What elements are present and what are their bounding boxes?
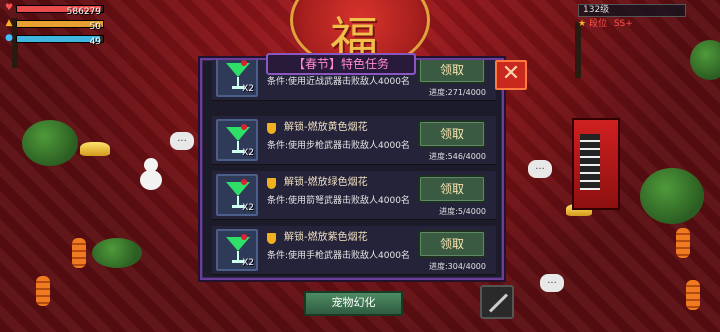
star-icon: ★ [578, 19, 587, 29]
task-reward-icon: X2 [216, 60, 258, 97]
task-reward-icon: X2 [216, 119, 258, 161]
mana-bar: 49 [16, 35, 104, 47]
reward-quantity: X2 [242, 258, 254, 268]
lantern [686, 280, 700, 310]
pet-transform-button[interactable]: 宠物幻化 [304, 291, 403, 316]
task-row: X2 解锁-燃放紫色烟花 条件:使用手枪武器击败敌人4000名 领取 进度:30… [212, 226, 496, 275]
reward-quantity: X2 [242, 148, 254, 158]
chat-bubble-icon: ... [540, 274, 564, 292]
hp-bar: 586279 [16, 5, 104, 17]
player-stats-hud: ♥ 586279 ▲ 50 ● 49 [4, 2, 104, 47]
hp-row: ♥ 586279 [4, 2, 104, 17]
mana-bar-fill [17, 36, 101, 42]
player-tag: 132级 ★ 段位 SS+ [578, 4, 686, 30]
task-reward-icon: X2 [216, 229, 258, 271]
special-tasks-dialog: X2 条件:使用近战武器击败敌人4000名 领取 进度:271/4000 X2 … [200, 58, 504, 280]
task-condition: 条件:使用近战武器击败敌人4000名 [267, 77, 410, 87]
reward-quantity: X2 [242, 84, 254, 94]
rank-prefix: 段位 [588, 19, 607, 29]
shield-icon [267, 233, 276, 244]
mana-row: ● 49 [4, 32, 104, 47]
heart-icon: ♥ [4, 3, 14, 13]
lamp-post [575, 22, 581, 78]
mana-value: 49 [89, 37, 101, 47]
bush [92, 238, 142, 268]
task-progress: 进度:546/4000 [428, 152, 486, 161]
task-reward-icon: X2 [216, 174, 258, 216]
stamina-bar: 50 [16, 20, 104, 32]
claim-button[interactable]: 领取 [418, 120, 486, 148]
lantern [72, 238, 86, 268]
task-condition: 条件:使用步枪武器击败敌人4000名 [267, 141, 410, 151]
task-condition: 条件:使用手枪武器击败敌人4000名 [267, 251, 410, 261]
task-row: X2 解锁-燃放绿色烟花 条件:使用箭弩武器击败敌人4000名 领取 进度:5/… [212, 171, 496, 220]
shield-icon [267, 178, 276, 189]
task-row: X2 解锁-燃放黄色烟花 条件:使用步枪武器击败敌人4000名 领取 进度:54… [212, 116, 496, 165]
player-rank: ★ 段位 SS+ [578, 18, 686, 30]
water-drop-icon: ● [5, 33, 13, 43]
claim-button[interactable]: 领取 [418, 175, 486, 203]
reward-quantity: X2 [242, 203, 254, 213]
task-progress: 进度:5/4000 [439, 207, 486, 216]
chat-bubble-icon: ... [170, 132, 194, 150]
task-name: 解锁-燃放绿色烟花 [284, 177, 368, 188]
close-icon[interactable]: ✕ [495, 60, 527, 90]
gold-ingot [80, 142, 110, 156]
claim-button[interactable]: 领取 [418, 60, 486, 84]
claim-button[interactable]: 领取 [418, 230, 486, 258]
bush [640, 168, 704, 224]
dialog-title: 【春节】特色任务 [266, 53, 416, 75]
task-progress: 进度:304/4000 [428, 262, 486, 271]
task-name: 解锁-燃放紫色烟花 [284, 232, 368, 243]
skill-slot-button[interactable] [480, 285, 514, 319]
shield-icon [267, 123, 276, 134]
fire-icon: ▲ [5, 18, 13, 28]
lantern [36, 276, 50, 306]
rank-value: SS+ [613, 19, 633, 29]
task-name: 解锁-燃放黄色烟花 [284, 122, 368, 133]
vending-machine [572, 118, 620, 210]
task-condition: 条件:使用箭弩武器击败敌人4000名 [267, 196, 410, 206]
task-progress: 进度:271/4000 [428, 88, 486, 97]
bush [22, 120, 78, 166]
stamina-row: ▲ 50 [4, 17, 104, 32]
player-level: 132级 [578, 4, 686, 17]
chat-bubble-icon: ... [528, 160, 552, 178]
lantern [676, 228, 690, 258]
